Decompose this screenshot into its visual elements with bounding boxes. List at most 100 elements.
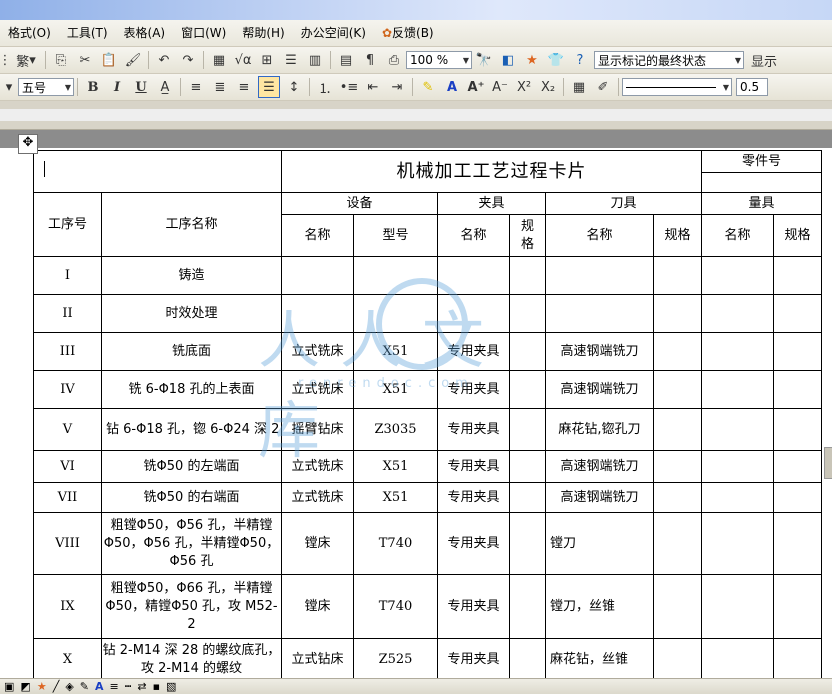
fx-spec-cell[interactable] bbox=[509, 332, 546, 371]
tool-name-cell[interactable]: 镗刀，丝锥 bbox=[545, 574, 654, 639]
shrink-font-icon[interactable]: A⁻ bbox=[490, 77, 510, 97]
step-name-cell[interactable]: 粗镗Φ50，Φ56 孔，半精镗Φ50，Φ56 孔，半精镗Φ50，Φ56 孔 bbox=[101, 512, 282, 575]
line-style-icon[interactable]: ≡ bbox=[110, 680, 119, 693]
redo-icon[interactable]: ↷ bbox=[178, 50, 198, 70]
header-gauge-spec[interactable]: 规格 bbox=[773, 214, 822, 257]
table-props-icon[interactable]: ▦ bbox=[569, 77, 589, 97]
header-tool[interactable]: 刀具 bbox=[545, 192, 702, 215]
step-name-cell[interactable]: 铣Φ50 的左端面 bbox=[101, 450, 282, 483]
show-hide-marks-icon[interactable]: ¶ bbox=[360, 50, 380, 70]
gauge-name-cell[interactable] bbox=[701, 482, 774, 513]
document-map-icon[interactable]: ▤ bbox=[336, 50, 356, 70]
markup-display-select[interactable]: 显示标记的最终状态 ▼ bbox=[594, 51, 744, 69]
header-fixture[interactable]: 夹具 bbox=[437, 192, 546, 215]
underline-button[interactable]: U bbox=[131, 77, 151, 97]
eq-name-cell[interactable]: 立式铣床 bbox=[281, 450, 354, 483]
tool-name-cell[interactable]: 高速钢端铣刀 bbox=[545, 482, 654, 513]
undo-icon[interactable]: ↶ bbox=[154, 50, 174, 70]
step-no-cell[interactable]: V bbox=[33, 408, 102, 451]
eq-model-cell[interactable]: X51 bbox=[353, 370, 438, 409]
line-icon[interactable]: ╱ bbox=[53, 680, 60, 693]
zoom-select[interactable]: 100 % ▼ bbox=[406, 51, 472, 69]
gauge-spec-cell[interactable] bbox=[773, 450, 822, 483]
step-no-cell[interactable]: VIII bbox=[33, 512, 102, 575]
gauge-spec-cell[interactable] bbox=[773, 294, 822, 333]
eq-model-cell[interactable]: X51 bbox=[353, 482, 438, 513]
tool-spec-cell[interactable] bbox=[653, 256, 702, 295]
tool-name-cell[interactable]: 高速钢端铣刀 bbox=[545, 370, 654, 409]
gauge-name-cell[interactable] bbox=[701, 638, 774, 678]
table-grid-icon[interactable]: ⊞ bbox=[257, 50, 277, 70]
header-step-name[interactable]: 工序名称 bbox=[101, 192, 282, 257]
fx-name-cell[interactable]: 专用夹具 bbox=[437, 512, 510, 575]
fx-spec-cell[interactable] bbox=[509, 512, 546, 575]
eq-name-cell[interactable]: 立式铣床 bbox=[281, 332, 354, 371]
step-no-cell[interactable]: I bbox=[33, 256, 102, 295]
part-no-label[interactable]: 零件号 bbox=[701, 150, 822, 173]
tool-spec-cell[interactable] bbox=[653, 294, 702, 333]
chart-icon[interactable]: ▥ bbox=[305, 50, 325, 70]
traditional-chinese-button[interactable]: 繁 ▾ bbox=[12, 50, 40, 70]
increase-indent-icon[interactable]: ⇥ bbox=[387, 77, 407, 97]
eq-name-cell[interactable]: 镗床 bbox=[281, 512, 354, 575]
header-gauge[interactable]: 量具 bbox=[701, 192, 822, 215]
header-eq-name[interactable]: 名称 bbox=[281, 214, 354, 257]
paste-icon[interactable]: 📋 bbox=[99, 50, 119, 70]
menu-window[interactable]: 窗口(W) bbox=[173, 20, 234, 46]
tool-spec-cell[interactable] bbox=[653, 482, 702, 513]
step-name-cell[interactable]: 粗镗Φ50，Φ66 孔，半精镗Φ50，精镗Φ50 孔，攻 M52-2 bbox=[101, 574, 282, 639]
fx-spec-cell[interactable] bbox=[509, 408, 546, 451]
fx-spec-cell[interactable] bbox=[509, 256, 546, 295]
eq-model-cell[interactable]: T740 bbox=[353, 512, 438, 575]
fx-spec-cell[interactable] bbox=[509, 574, 546, 639]
eq-model-cell[interactable]: Z3035 bbox=[353, 408, 438, 451]
show-menu-button[interactable]: 显示 bbox=[746, 50, 782, 70]
highlight-icon[interactable]: ✎ bbox=[418, 77, 438, 97]
gauge-name-cell[interactable] bbox=[701, 332, 774, 371]
fx-spec-cell[interactable] bbox=[509, 482, 546, 513]
eq-model-cell[interactable] bbox=[353, 294, 438, 333]
step-no-cell[interactable]: VII bbox=[33, 482, 102, 513]
fx-spec-cell[interactable] bbox=[509, 638, 546, 678]
bold-button[interactable]: B bbox=[83, 77, 103, 97]
line-color-icon[interactable]: ✎ bbox=[80, 680, 89, 693]
tool-spec-cell[interactable] bbox=[653, 332, 702, 371]
eq-name-cell[interactable]: 摇臂钻床 bbox=[281, 408, 354, 451]
process-card-table[interactable]: 机械加工工艺过程卡片 零件号 工序号 工序名称 设备 夹具 刀具 量具 名称 型… bbox=[33, 150, 822, 678]
toolbar-grip[interactable]: ⋮ bbox=[0, 50, 12, 70]
gauge-spec-cell[interactable] bbox=[773, 482, 822, 513]
header-tool-name[interactable]: 名称 bbox=[545, 214, 654, 257]
eq-name-cell[interactable] bbox=[281, 256, 354, 295]
step-name-cell[interactable]: 铣底面 bbox=[101, 332, 282, 371]
align-right-icon[interactable]: ≡ bbox=[234, 77, 254, 97]
dash-style-icon[interactable]: ┅ bbox=[125, 680, 132, 693]
tool-name-cell[interactable]: 高速钢端铣刀 bbox=[545, 332, 654, 371]
fx-spec-cell[interactable] bbox=[509, 450, 546, 483]
tool-spec-cell[interactable] bbox=[653, 512, 702, 575]
select-objects-icon[interactable]: ▣ bbox=[4, 680, 14, 693]
find-icon[interactable]: 🔭 bbox=[474, 50, 494, 70]
gauge-name-cell[interactable] bbox=[701, 294, 774, 333]
fx-spec-cell[interactable] bbox=[509, 294, 546, 333]
header-fx-name[interactable]: 名称 bbox=[437, 214, 510, 257]
step-name-cell[interactable]: 铣Φ50 的右端面 bbox=[101, 482, 282, 513]
tool-name-cell[interactable]: 高速钢端铣刀 bbox=[545, 450, 654, 483]
font-size-select[interactable]: 五号 ▼ bbox=[18, 78, 74, 96]
gauge-spec-cell[interactable] bbox=[773, 370, 822, 409]
bullets-icon[interactable]: •≡ bbox=[339, 77, 359, 97]
menu-tools[interactable]: 工具(T) bbox=[59, 20, 116, 46]
tool-spec-cell[interactable] bbox=[653, 574, 702, 639]
numbering-icon[interactable]: ⒈ bbox=[315, 77, 335, 97]
line-style-select[interactable]: ▼ bbox=[622, 78, 732, 96]
gauge-spec-cell[interactable] bbox=[773, 408, 822, 451]
header-tool-spec[interactable]: 规格 bbox=[653, 214, 702, 257]
eq-name-cell[interactable]: 立式钻床 bbox=[281, 638, 354, 678]
step-name-cell[interactable]: 铸造 bbox=[101, 256, 282, 295]
gauge-spec-cell[interactable] bbox=[773, 512, 822, 575]
step-name-cell[interactable]: 钻 2-M14 深 28 的螺纹底孔，攻 2-M14 的螺纹 bbox=[101, 638, 282, 678]
print-preview-icon[interactable]: ⎙ bbox=[384, 50, 404, 70]
eq-name-cell[interactable] bbox=[281, 294, 354, 333]
justify-icon[interactable]: ☰ bbox=[258, 76, 280, 98]
reading-mode-icon[interactable]: ◧ bbox=[498, 50, 518, 70]
step-no-cell[interactable]: II bbox=[33, 294, 102, 333]
